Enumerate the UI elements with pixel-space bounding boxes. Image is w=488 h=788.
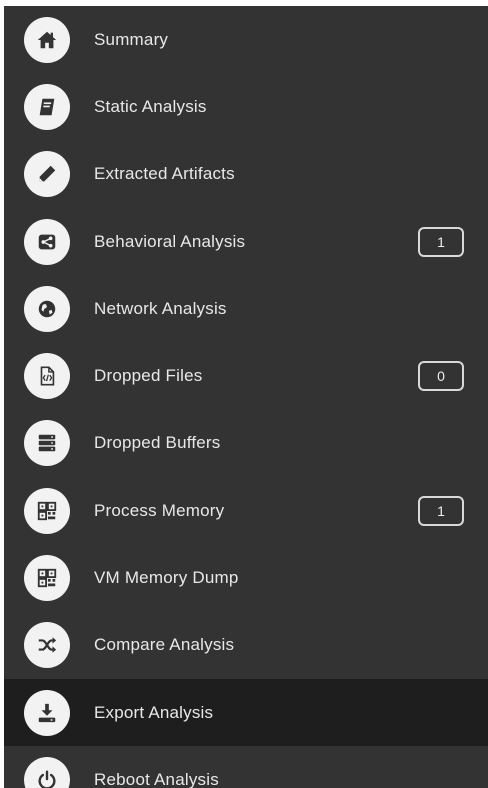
menu-item-label: Behavioral Analysis	[94, 231, 246, 251]
menu-item-reboot-analysis[interactable]: Reboot Analysis	[4, 746, 488, 788]
menu-item-label: Compare Analysis	[94, 635, 235, 655]
menu-item-vm-memory-dump[interactable]: VM Memory Dump	[4, 544, 488, 611]
menu-item-label: VM Memory Dump	[94, 568, 239, 588]
server-icon	[24, 420, 70, 467]
menu-item-label: Process Memory	[94, 500, 225, 520]
menu-item-label: Export Analysis	[94, 702, 214, 722]
qr-code-icon	[24, 487, 70, 534]
shuffle-icon	[24, 622, 70, 669]
analysis-sidebar: Summary Static Analysis Extracted Artifa…	[4, 6, 488, 788]
menu-item-process-memory[interactable]: Process Memory 1	[4, 477, 488, 544]
menu-item-dropped-buffers[interactable]: Dropped Buffers	[4, 410, 488, 477]
menu-item-behavioral-analysis[interactable]: Behavioral Analysis 1	[4, 208, 488, 275]
sidebar-menu: Summary Static Analysis Extracted Artifa…	[4, 6, 488, 788]
qr-code-icon	[24, 555, 70, 602]
download-icon	[24, 689, 70, 736]
home-icon	[24, 16, 70, 63]
menu-item-label: Summary	[94, 29, 169, 49]
share-icon	[24, 218, 70, 265]
menu-item-dropped-files[interactable]: Dropped Files 0	[4, 342, 488, 409]
menu-item-label: Network Analysis	[94, 298, 227, 318]
menu-item-export-analysis[interactable]: Export Analysis	[4, 678, 488, 747]
menu-item-extracted-artifacts[interactable]: Extracted Artifacts	[4, 141, 488, 208]
code-file-icon	[24, 353, 70, 400]
menu-item-label: Reboot Analysis	[94, 769, 219, 788]
menu-item-summary[interactable]: Summary	[4, 6, 488, 73]
power-icon	[24, 756, 70, 788]
menu-item-compare-analysis[interactable]: Compare Analysis	[4, 612, 488, 679]
count-badge: 1	[418, 226, 464, 257]
menu-item-label: Extracted Artifacts	[94, 164, 235, 184]
menu-item-network-analysis[interactable]: Network Analysis	[4, 275, 488, 342]
menu-item-static-analysis[interactable]: Static Analysis	[4, 73, 488, 140]
globe-icon	[24, 285, 70, 332]
menu-item-label: Static Analysis	[94, 96, 207, 116]
count-badge: 1	[418, 495, 464, 526]
book-icon	[24, 83, 70, 130]
menu-item-label: Dropped Files	[94, 366, 203, 386]
menu-item-label: Dropped Buffers	[94, 433, 221, 453]
pencil-icon	[24, 151, 70, 198]
count-badge: 0	[418, 361, 464, 392]
